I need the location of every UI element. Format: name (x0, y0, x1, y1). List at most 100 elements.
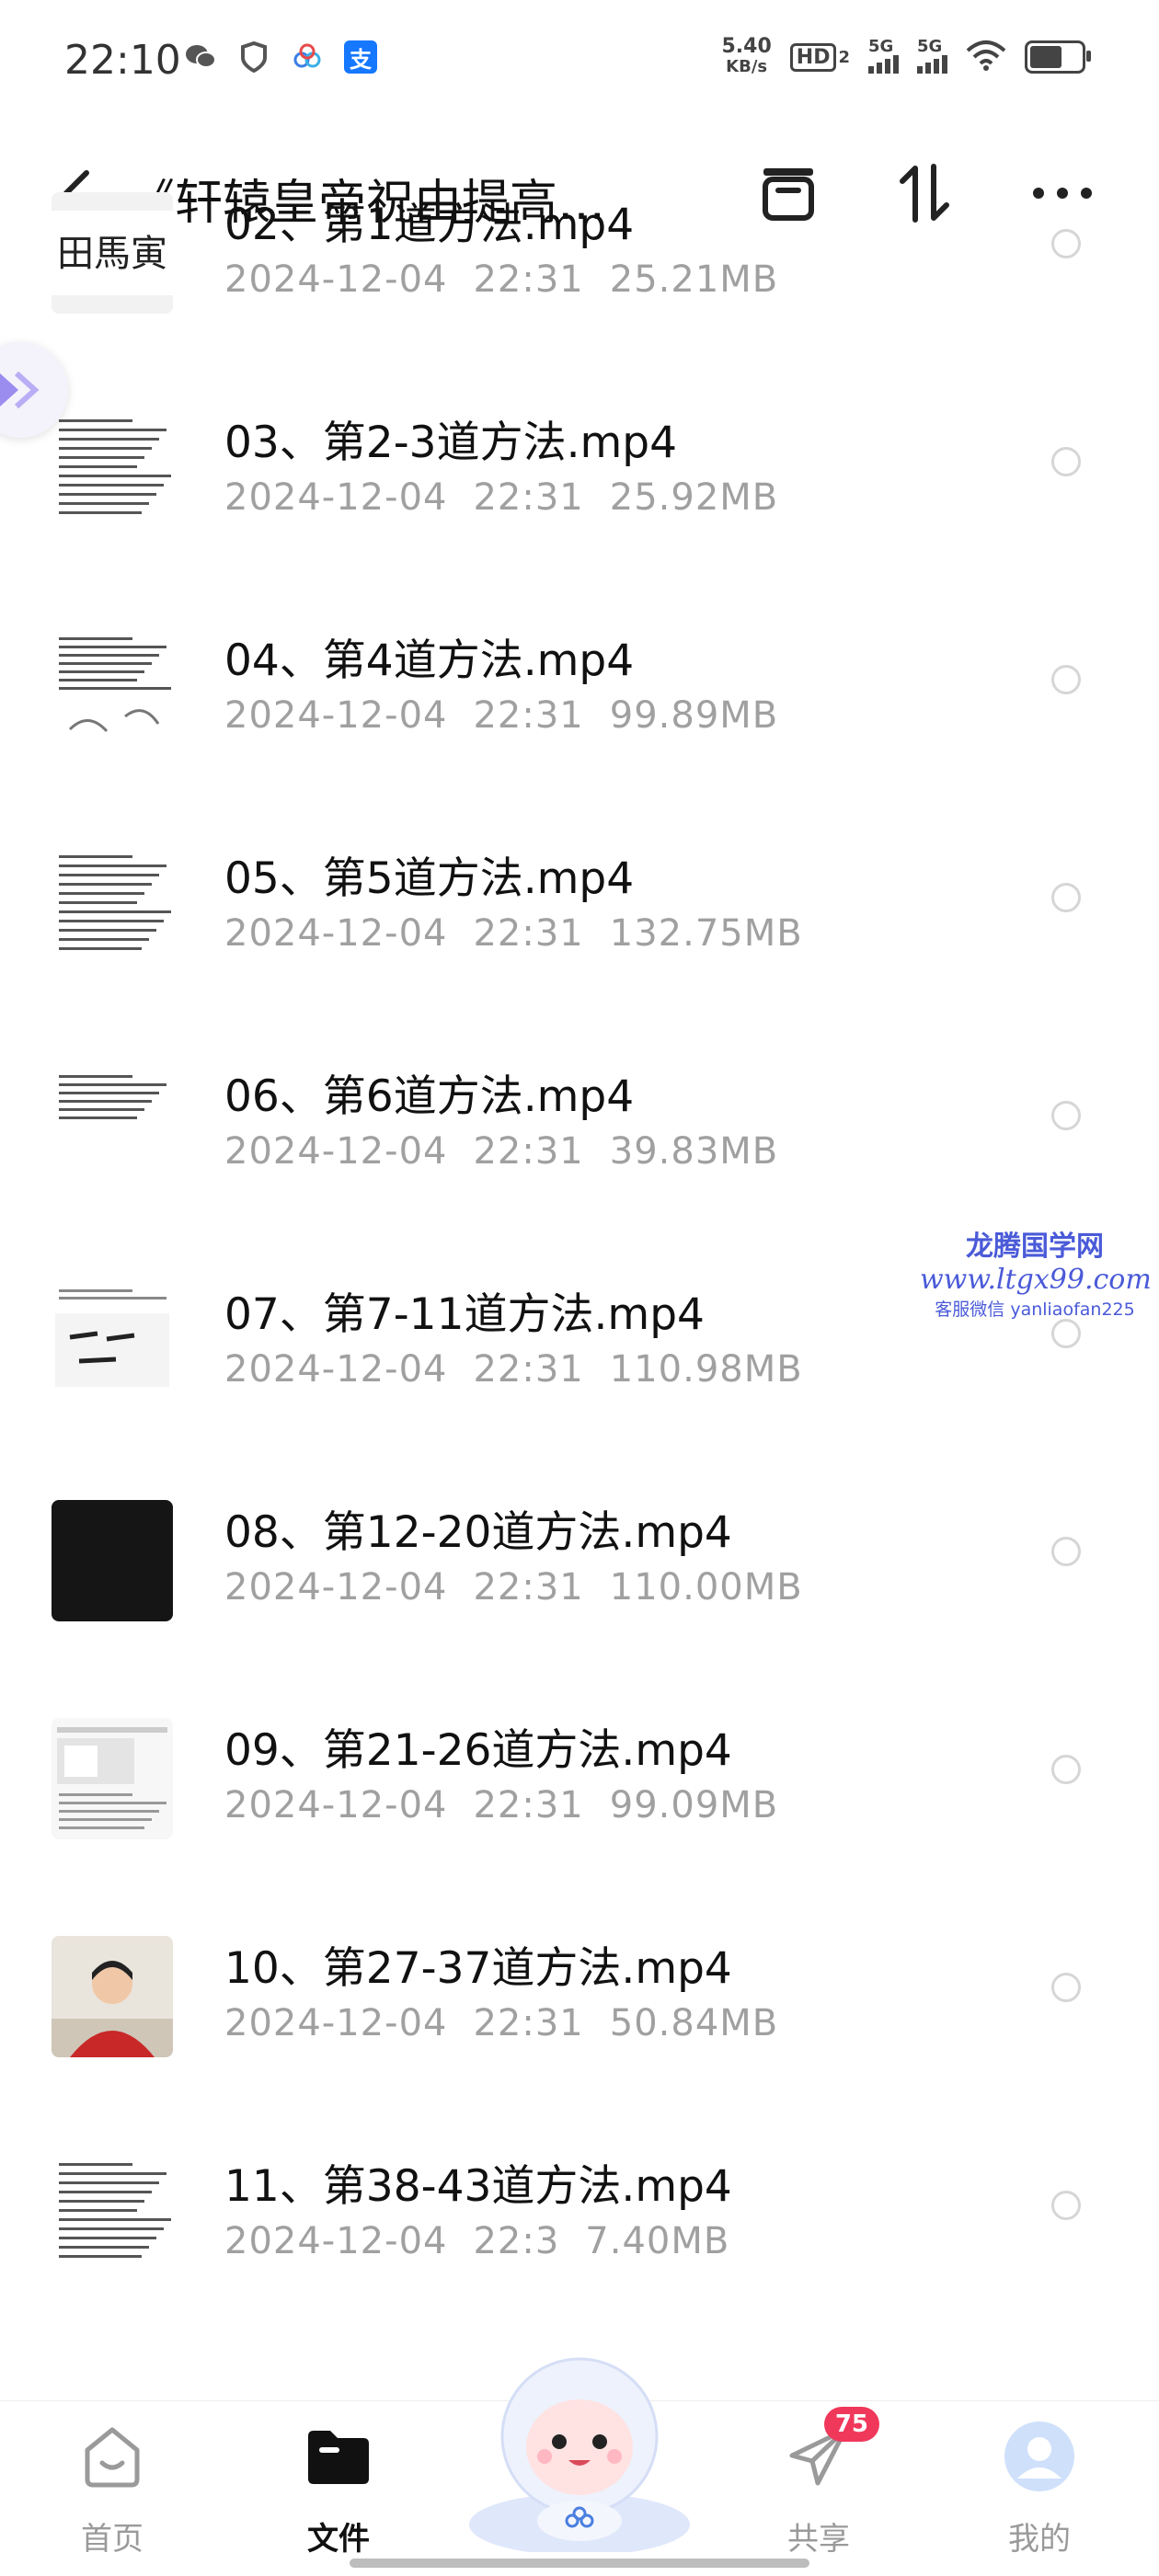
file-meta: 2024-12-04 22:31 25.92MB (224, 476, 804, 519)
file-date: 2024-12-04 (224, 2220, 448, 2262)
file-row[interactable]: 05、第5道方法.mp4 2024-12-04 22:31 132.75MB (0, 806, 1159, 1024)
file-name: 11、第38-43道方法.mp4 (224, 2161, 732, 2212)
thumbnail-image (52, 1500, 173, 1621)
thumbnail-image (52, 1282, 173, 1403)
select-radio[interactable] (1051, 2191, 1081, 2220)
home-indicator[interactable] (350, 2559, 809, 2568)
thumbnail-image (52, 846, 173, 967)
file-date: 2024-12-04 (224, 2002, 448, 2044)
status-time: 22:10 (64, 37, 181, 84)
file-thumbnail (52, 1500, 173, 1621)
file-row[interactable]: 08、第12-20道方法.mp4 2024-12-04 22:31 110.00MB (0, 1460, 1159, 1677)
select-radio[interactable] (1051, 1537, 1081, 1566)
thumbnail-image (52, 1936, 173, 2057)
nav-files-label: 文件 (307, 2521, 370, 2558)
file-meta: 2024-12-04 22:31 39.83MB (224, 1130, 804, 1173)
select-radio[interactable] (1051, 883, 1081, 912)
mascot-icon (469, 2357, 690, 2556)
file-size: 132.75MB (609, 912, 803, 955)
file-row[interactable]: 10、第27-37道方法.mp4 2024-12-04 22:31 50.84MB (0, 1895, 1159, 2113)
thumbnail-image (52, 628, 173, 750)
nav-home-label: 首页 (81, 2521, 143, 2558)
thumbnail-image: 田馬寅 (52, 192, 173, 314)
file-time: 22:31 (473, 694, 584, 737)
nav-share[interactable]: 75 共享 (736, 2407, 901, 2559)
signal-icon-sim1: 5G (868, 37, 899, 74)
nav-profile[interactable]: 我的 (957, 2420, 1122, 2559)
thumbnail-image (52, 410, 173, 532)
file-name: 02、第1道方法.mp4 (224, 200, 635, 250)
file-time: 22:31 (473, 1348, 584, 1391)
file-row[interactable]: 06、第6道方法.mp4 2024-12-04 22:31 39.83MB (0, 1024, 1159, 1242)
folder-icon (302, 2420, 375, 2493)
file-row[interactable]: 09、第21-26道方法.mp4 2024-12-04 22:31 99.09MB (0, 1677, 1159, 1895)
assistant-mascot-button[interactable] (460, 2341, 699, 2556)
floating-side-tab[interactable] (0, 342, 68, 438)
file-name: 06、第6道方法.mp4 (224, 1071, 635, 1122)
file-size: 25.92MB (609, 476, 779, 519)
file-meta: 2024-12-04 22:31 99.89MB (224, 694, 804, 737)
status-bar: 22:10 支 5.40 KB/s HD 2 5G 5G (0, 0, 1159, 120)
file-thumbnail: 田馬寅 (52, 192, 173, 314)
watermark: 龙腾国学网 www.ltgx99.com 客服微信 yanliaofan225 (920, 1223, 1152, 1321)
file-meta: 2024-12-04 22:31 110.98MB (224, 1348, 829, 1391)
file-size: 99.09MB (609, 1784, 779, 1826)
signal-icon-sim2: 5G (917, 37, 947, 74)
file-thumbnail (52, 1936, 173, 2057)
nav-files[interactable]: 文件 (256, 2420, 421, 2559)
wifi-icon (966, 40, 1006, 74)
file-date: 2024-12-04 (224, 1566, 448, 1609)
select-radio[interactable] (1051, 1101, 1081, 1130)
file-date: 2024-12-04 (224, 1784, 448, 1826)
select-radio[interactable] (1051, 229, 1081, 258)
file-meta: 2024-12-04 22:31 25.21MB (224, 258, 804, 301)
file-name: 07、第7-11道方法.mp4 (224, 1289, 705, 1340)
file-row[interactable]: 03、第2-3道方法.mp4 2024-12-04 22:31 25.92MB (0, 370, 1159, 588)
file-thumbnail (52, 846, 173, 967)
nav-home[interactable]: 首页 (29, 2420, 195, 2559)
file-thumbnail (52, 1282, 173, 1403)
select-radio[interactable] (1051, 447, 1081, 476)
home-icon (75, 2420, 149, 2493)
file-row[interactable]: 田馬寅 02、第1道方法.mp4 2024-12-04 22:31 25.21MB (0, 152, 1159, 370)
file-name: 10、第27-37道方法.mp4 (224, 1943, 732, 1994)
file-date: 2024-12-04 (224, 1348, 448, 1391)
nav-share-label: 共享 (787, 2521, 850, 2558)
select-radio[interactable] (1051, 1755, 1081, 1784)
cloud-drive-icon (291, 40, 324, 74)
file-thumbnail (52, 1064, 173, 1185)
thumbnail-image (52, 2154, 173, 2275)
file-time: 22:31 (473, 258, 584, 301)
hd-voice-icon: HD 2 (789, 42, 850, 72)
file-time: 22:31 (473, 476, 584, 519)
file-time: 22:31 (473, 1130, 584, 1173)
file-time: 22:3 (473, 2220, 560, 2262)
double-chevron-icon (0, 371, 40, 409)
file-thumbnail (52, 2154, 173, 2275)
file-row[interactable]: 04、第4道方法.mp4 2024-12-04 22:31 99.89MB (0, 588, 1159, 806)
file-name: 04、第4道方法.mp4 (224, 635, 635, 686)
profile-icon (1003, 2420, 1076, 2493)
file-thumbnail (52, 628, 173, 750)
notification-icons: 支 (184, 40, 377, 74)
select-radio[interactable] (1051, 665, 1081, 694)
file-thumbnail (52, 410, 173, 532)
file-time: 22:31 (473, 1566, 584, 1609)
file-name: 08、第12-20道方法.mp4 (224, 1507, 732, 1558)
select-radio[interactable] (1051, 1319, 1081, 1348)
file-time: 22:31 (473, 2002, 584, 2044)
file-name: 03、第2-3道方法.mp4 (224, 418, 678, 468)
watermark-url: www.ltgx99.com (920, 1264, 1152, 1296)
file-meta: 2024-12-04 22:31 99.09MB (224, 1784, 804, 1826)
svg-text:田馬寅: 田馬寅 (57, 233, 167, 275)
file-size: 25.21MB (609, 258, 779, 301)
file-row[interactable]: 11、第38-43道方法.mp4 2024-12-04 22:3 7.40MB (0, 2113, 1159, 2331)
file-size: 7.40MB (585, 2220, 730, 2262)
thumbnail-image (52, 1064, 173, 1185)
select-radio[interactable] (1051, 1973, 1081, 2002)
file-meta: 2024-12-04 22:3 7.40MB (224, 2220, 755, 2262)
file-size: 110.00MB (609, 1566, 803, 1609)
battery-icon (1025, 40, 1091, 74)
file-date: 2024-12-04 (224, 912, 448, 955)
file-size: 39.83MB (609, 1130, 779, 1173)
